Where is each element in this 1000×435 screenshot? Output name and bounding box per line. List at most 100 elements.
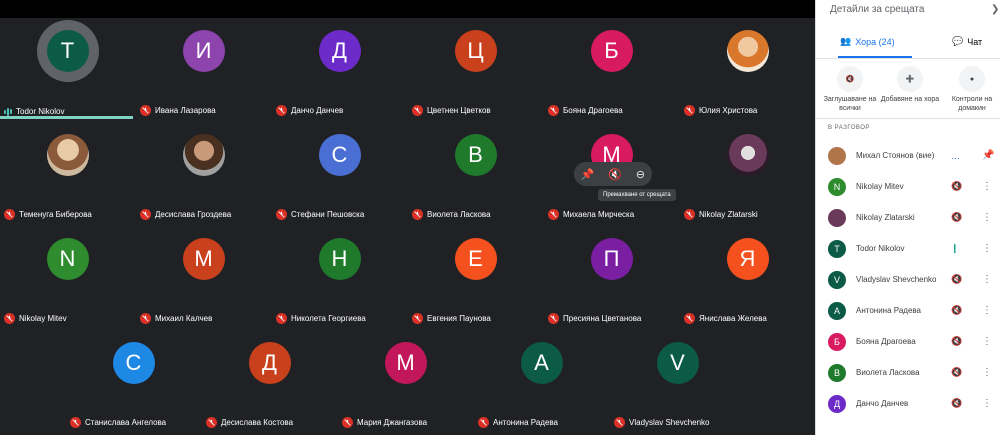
add-person-icon: ➕	[897, 66, 923, 92]
participant-tile[interactable]: И Ивана Лазарова	[136, 18, 271, 122]
participant-name: Десислава Гроздева	[155, 210, 232, 219]
participant-tile[interactable]: Десислава Гроздева	[136, 122, 271, 226]
participant-tile[interactable]: П Пресияна Цветанова	[544, 226, 679, 330]
avatar: Е	[454, 238, 497, 280]
participant-tile[interactable]: Я Янислава Желева	[680, 226, 815, 330]
participant-row[interactable]: Д Данчо Данчев 🔇 ⋮	[816, 388, 1000, 419]
section-label: В РАЗГОВОР	[828, 125, 870, 131]
avatar: А	[828, 301, 846, 320]
avatar: Я	[726, 238, 769, 280]
participant-row[interactable]: Б Бояна Драгоева 🔇 ⋮	[816, 326, 1000, 357]
avatar	[182, 134, 225, 176]
name-tag: Мария Джангазова	[342, 417, 427, 428]
mic-off-icon	[412, 313, 423, 324]
participant-row[interactable]: Nikolay Zlatarski 🔇 ⋮	[816, 202, 1000, 233]
participant-name: Vladyslav Shevchenko	[629, 418, 710, 427]
participant-tile[interactable]: Теменуга Биберова	[0, 122, 135, 226]
participant-tile[interactable]: Б Бояна Драгоева	[544, 18, 679, 122]
mic-off-icon	[548, 313, 559, 324]
mic-off-icon: 🔇	[837, 66, 863, 92]
participant-name: Nikolay Zlatarski	[856, 213, 915, 222]
mic-off-icon	[548, 209, 559, 220]
participant-tile[interactable]: Д Десислава Костова	[202, 330, 337, 434]
participant-tile[interactable]: С Станислава Ангелова	[66, 330, 201, 434]
participant-row[interactable]: В Виолета Ласкова 🔇 ⋮	[816, 357, 1000, 388]
participant-tile[interactable]: Nikolay Zlatarski	[680, 122, 815, 226]
host-controls-button[interactable]: ● Контроли на домакин	[942, 66, 1000, 113]
participant-row[interactable]: А Антонина Радева 🔇 ⋮	[816, 295, 1000, 326]
speaking-icon	[4, 107, 12, 116]
participant-name: Евгения Паунова	[427, 314, 491, 323]
pin-icon[interactable]: 📌	[581, 168, 595, 181]
participant-tile[interactable]: Н Николета Георгиева	[272, 226, 407, 330]
mic-off-icon[interactable]: 🔇	[951, 274, 962, 285]
mic-off-icon	[206, 417, 217, 428]
participant-tile[interactable]: В Виолета Ласкова	[408, 122, 543, 226]
avatar: Ц	[454, 30, 497, 72]
participant-name: Станислава Ангелова	[85, 418, 167, 427]
mic-off-icon[interactable]: 🔇	[951, 181, 962, 192]
more-options-icon[interactable]: ⋮	[982, 398, 992, 409]
mute-all-button[interactable]: 🔇 Заглушаване на всички	[820, 66, 880, 113]
mic-off-icon[interactable]: 🔇	[951, 212, 962, 223]
name-tag: Nikolay Mitev	[4, 313, 67, 324]
participant-name: Юлия Христова	[699, 106, 758, 115]
participant-tile[interactable]: С Стефани Пешовска	[272, 122, 407, 226]
avatar: N	[46, 238, 89, 280]
more-options-icon[interactable]: ⋮	[982, 212, 992, 223]
avatar: И	[182, 30, 225, 72]
add-people-button[interactable]: ➕ Добавяне на хора	[880, 66, 940, 104]
pin-icon[interactable]: 📌	[982, 150, 994, 161]
name-tag: Todor Nikolov	[4, 107, 64, 116]
avatar: Н	[318, 238, 361, 280]
mic-off-icon	[412, 105, 423, 116]
more-options-icon[interactable]: ⋮	[982, 181, 992, 192]
participant-name: Бояна Драгоева	[856, 337, 916, 346]
participant-tile[interactable]: М Мария Джангазова	[338, 330, 473, 434]
participant-tile[interactable]: T Todor Nikolov	[0, 18, 135, 122]
avatar: С	[112, 342, 155, 384]
participant-row[interactable]: V Vladyslav Shevchenko 🔇 ⋮	[816, 264, 1000, 295]
tab-chat[interactable]: 💬 Чат	[952, 36, 982, 47]
mic-off-icon[interactable]: 🔇	[951, 398, 962, 409]
close-icon[interactable]: ❯	[991, 4, 999, 15]
mic-off-icon[interactable]: 🔇	[951, 367, 962, 378]
mic-off-icon	[342, 417, 353, 428]
participant-row[interactable]: T Todor Nikolov ❙ ⋮	[816, 233, 1000, 264]
name-tag: Михаил Калчев	[140, 313, 212, 324]
avatar: Б	[590, 30, 633, 72]
participant-tile[interactable]: Ц Цветнен Цветков	[408, 18, 543, 122]
participant-row[interactable]: Михал Стоянов (вие) … 📌	[816, 140, 1000, 171]
remove-participant-icon[interactable]: ⊖	[636, 168, 645, 181]
more-options-icon[interactable]: ⋮	[982, 336, 992, 347]
avatar	[828, 208, 846, 227]
participant-tile[interactable]: Д Данчо Данчев	[272, 18, 407, 122]
mic-off-icon[interactable]: 🔇	[951, 336, 962, 347]
panel-title: Детайли за срещата	[830, 4, 925, 15]
panel-tabs: 👥 Хора (24) 💬 Чат	[816, 30, 1000, 59]
mute-participant-icon[interactable]: 🔇	[608, 168, 622, 181]
avatar: V	[828, 270, 846, 289]
participant-tile[interactable]: А Антонина Радева	[474, 330, 609, 434]
more-options-icon[interactable]: ⋮	[982, 305, 992, 316]
participant-tile[interactable]: Юлия Христова	[680, 18, 815, 122]
participant-name: Михал Стоянов (вие)	[856, 151, 935, 160]
name-tag: Vladyslav Shevchenko	[614, 417, 710, 428]
participant-tile[interactable]: Е Евгения Паунова	[408, 226, 543, 330]
avatar	[828, 146, 846, 165]
participant-row[interactable]: N Nikolay Mitev 🔇 ⋮	[816, 171, 1000, 202]
more-options-icon[interactable]: ⋮	[982, 367, 992, 378]
more-options-icon[interactable]: ⋮	[982, 243, 992, 254]
active-tab-indicator	[838, 56, 912, 58]
participant-tile[interactable]: N Nikolay Mitev	[0, 226, 135, 330]
participant-tile[interactable]: М Михаил Калчев	[136, 226, 271, 330]
more-dots-icon[interactable]: …	[951, 151, 960, 161]
participant-tile[interactable]: V Vladyslav Shevchenko	[610, 330, 745, 434]
speaking-icon[interactable]: ❙	[951, 243, 959, 254]
tab-people[interactable]: 👥 Хора (24)	[840, 36, 895, 47]
name-tag: Николета Георгиева	[276, 313, 366, 324]
mic-off-icon[interactable]: 🔇	[951, 305, 962, 316]
mic-off-icon	[70, 417, 81, 428]
avatar: Д	[318, 30, 361, 72]
more-options-icon[interactable]: ⋮	[982, 274, 992, 285]
